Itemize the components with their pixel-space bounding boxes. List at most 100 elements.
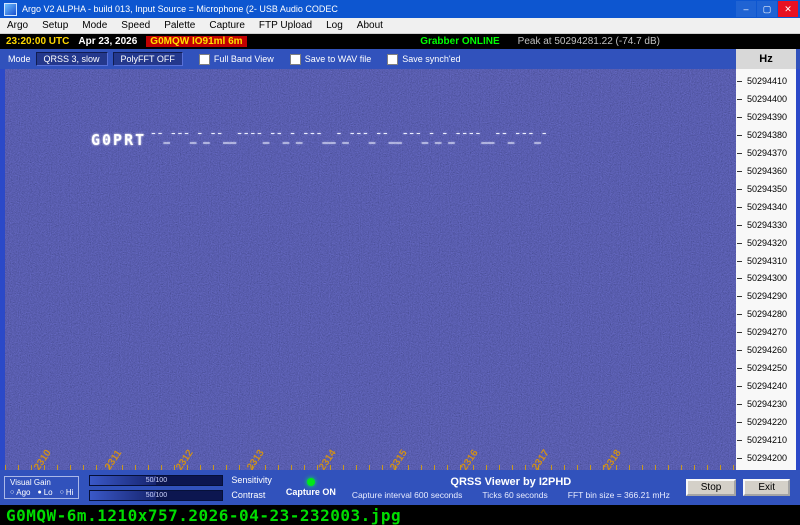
frequency-value: 50294330 (747, 220, 787, 230)
station-callsign: G0MQW IO91ml 6m (146, 36, 246, 47)
menu-item[interactable]: About (350, 20, 390, 31)
frequency-value: 50294220 (747, 417, 787, 427)
checkbox-label: Save synch'ed (402, 54, 460, 64)
window-title: Argo V2 ALPHA - build 013, Input Source … (22, 4, 735, 14)
maximize-button[interactable]: ▢ (757, 1, 777, 17)
frequency-label: 50294290 (736, 287, 796, 305)
polyfft-toggle[interactable]: PolyFFT OFF (113, 52, 183, 66)
capture-filename: G0MQW-6m.1210x757.2026-04-23-232003.jpg (6, 506, 401, 525)
checkbox[interactable] (290, 54, 301, 65)
menu-item[interactable]: Setup (35, 20, 75, 31)
checkbox-label: Save to WAV file (305, 54, 372, 64)
tick-mark (737, 171, 742, 172)
radio-icon[interactable]: ○ (10, 489, 14, 496)
frequency-value: 50294230 (747, 399, 787, 409)
frequency-value: 50294310 (747, 256, 787, 266)
radio-label: Ago (16, 488, 30, 497)
frequency-value: 50294350 (747, 184, 787, 194)
frequency-label: 50294230 (736, 395, 796, 413)
frequency-value: 50294340 (747, 202, 787, 212)
frequency-label: 50294410 (736, 72, 796, 90)
frequency-value: 50294260 (747, 345, 787, 355)
frequency-value: 50294250 (747, 363, 787, 373)
radio-option[interactable]: ● Lo (37, 488, 52, 497)
capture-status: Capture ON (286, 487, 336, 497)
frequency-label: 50294250 (736, 359, 796, 377)
frequency-label: 50294380 (736, 126, 796, 144)
radio-option[interactable]: ○ Hi (60, 488, 74, 497)
radio-label: Hi (66, 488, 74, 497)
checkbox[interactable] (387, 54, 398, 65)
frequency-label: 50294310 (736, 252, 796, 270)
frequency-label: 50294300 (736, 269, 796, 287)
frequency-label: 50294220 (736, 413, 796, 431)
utc-time: 23:20:00 UTC (6, 36, 69, 47)
frequency-value: 50294280 (747, 309, 787, 319)
mode-value: QRSS 3, slow (36, 52, 108, 66)
menu-item[interactable]: Capture (202, 20, 252, 31)
frequency-label: 50294400 (736, 90, 796, 108)
minimize-button[interactable]: – (736, 1, 756, 17)
tick-mark (737, 458, 742, 459)
gain-sliders: 50/100 50/100 (89, 475, 223, 501)
info-bar: 23:20:00 UTC Apr 23, 2026 G0MQW IO91ml 6… (0, 34, 800, 49)
close-button[interactable]: ✕ (778, 1, 798, 17)
frequency-value: 50294370 (747, 148, 787, 158)
qrss-signal-trace: G0PRT ¯¯_¯¯¯_¯_¯¯__¯¯¯¯_¯¯_¯_¯¯¯__¯_¯¯¯_… (91, 131, 548, 149)
tick-mark (737, 332, 742, 333)
toolbar: Mode QRSS 3, slow PolyFFT OFF Full Band … (0, 49, 800, 69)
frequency-label: 50294260 (736, 341, 796, 359)
menu-item[interactable]: Palette (157, 20, 202, 31)
menu-item[interactable]: Mode (75, 20, 114, 31)
exit-button[interactable]: Exit (743, 479, 790, 496)
capture-info-row: Capture interval 600 seconds Ticks 60 se… (352, 490, 670, 500)
tick-mark (737, 350, 742, 351)
tick-mark (737, 261, 742, 262)
checkbox-group: Full Band View (199, 54, 274, 65)
app-icon (4, 3, 17, 16)
frequency-value: 50294360 (747, 166, 787, 176)
checkbox[interactable] (199, 54, 210, 65)
grabber-status: Grabber ONLINE (420, 36, 499, 47)
checkbox-label: Full Band View (214, 54, 274, 64)
status-bar: G0MQW-6m.1210x757.2026-04-23-232003.jpg (0, 505, 800, 525)
frequency-label: 50294340 (736, 198, 796, 216)
tick-mark (737, 207, 742, 208)
toolbar-checkboxes: Full Band View Save to WAV file Save syn… (183, 54, 461, 65)
contrast-slider[interactable]: 50/100 (89, 490, 223, 501)
frequency-label: 50294200 (736, 449, 796, 467)
hz-unit-label: Hz (736, 49, 796, 69)
radio-option[interactable]: ○ Ago (10, 488, 30, 497)
contrast-slider-value: 50/100 (146, 492, 167, 499)
capture-info-item: Capture interval 600 seconds (352, 490, 463, 500)
frequency-value: 50294300 (747, 273, 787, 283)
tick-mark (737, 243, 742, 244)
slider-labels: Sensitivity Contrast (231, 475, 272, 500)
frequency-value: 50294320 (747, 238, 787, 248)
tick-mark (737, 386, 742, 387)
frequency-label: 50294360 (736, 162, 796, 180)
frequency-value: 50294390 (747, 112, 787, 122)
frequency-value: 50294210 (747, 435, 787, 445)
date-label: Apr 23, 2026 (78, 36, 137, 47)
menu-item[interactable]: FTP Upload (252, 20, 319, 31)
stop-button[interactable]: Stop (686, 479, 737, 496)
menu-item[interactable]: Log (319, 20, 350, 31)
frequency-label: 50294330 (736, 216, 796, 234)
menu-item[interactable]: Argo (0, 20, 35, 31)
frequency-label: 50294350 (736, 180, 796, 198)
visual-gain-box: Visual Gain ○ Ago ● Lo ○ Hi (4, 476, 79, 499)
trace-morse-pattern: ¯¯_¯¯¯_¯_¯¯__¯¯¯¯_¯¯_¯_¯¯¯__¯_¯¯¯_¯¯__¯¯… (150, 131, 547, 144)
tick-mark (737, 225, 742, 226)
radio-icon[interactable]: ● (37, 489, 41, 496)
peak-readout: Peak at 50294281.22 (-74.7 dB) (518, 36, 660, 47)
capture-info-item: FFT bin size = 366.21 mHz (568, 490, 670, 500)
radio-icon[interactable]: ○ (60, 489, 64, 496)
menu-item[interactable]: Speed (114, 20, 157, 31)
tick-mark (737, 440, 742, 441)
sensitivity-slider[interactable]: 50/100 (89, 475, 223, 486)
waterfall-noise (5, 69, 736, 470)
frequency-value: 50294270 (747, 327, 787, 337)
time-tick-marks (5, 465, 736, 470)
frequency-label: 50294370 (736, 144, 796, 162)
